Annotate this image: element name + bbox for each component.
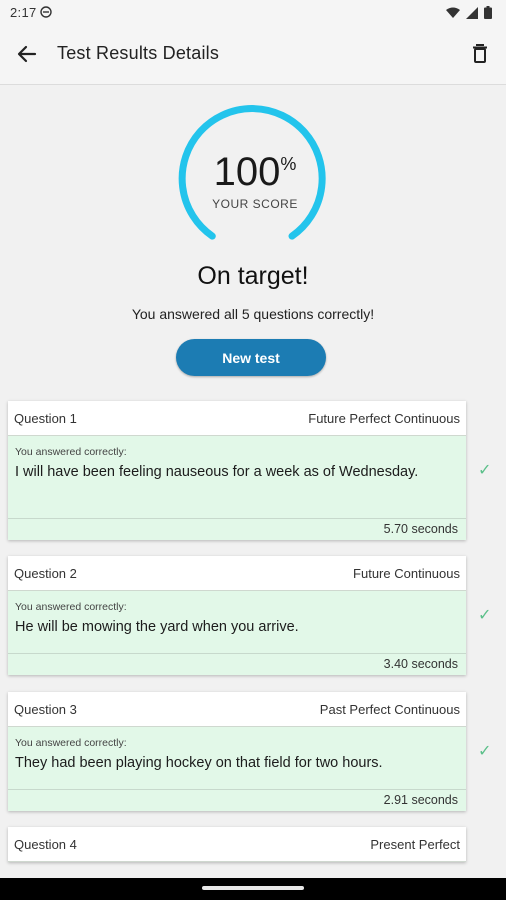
- status-bar: 2:17: [0, 0, 506, 26]
- question-label: Question 4: [14, 836, 77, 852]
- question-card[interactable]: Question 3 Past Perfect Continuous You a…: [8, 692, 466, 811]
- question-label: Question 3: [14, 701, 77, 717]
- new-test-button[interactable]: New test: [176, 339, 326, 376]
- status-icons: [446, 6, 492, 19]
- dnd-icon: [40, 6, 52, 21]
- signal-icon: [466, 6, 478, 19]
- question-label: Question 1: [14, 410, 77, 426]
- card-header: Question 3 Past Perfect Continuous: [8, 692, 466, 727]
- answer-text: I will have been feeling nauseous for a …: [15, 464, 419, 480]
- question-tense: Future Continuous: [353, 565, 460, 581]
- question-card[interactable]: Question 1 Future Perfect Continuous You…: [8, 401, 466, 540]
- score-caption: YOUR SCORE: [212, 197, 298, 211]
- question-card[interactable]: Question 4 Present Perfect: [8, 827, 466, 862]
- check-icon: ✓: [478, 743, 492, 760]
- answer-body: You answered correctly: He will be mowin…: [8, 591, 466, 653]
- question-tense: Past Perfect Continuous: [319, 701, 460, 717]
- answer-time: 2.91 seconds: [8, 789, 466, 811]
- check-icon: ✓: [478, 607, 492, 624]
- score-value: 100%: [175, 150, 335, 195]
- answer-body: You answered correctly: They had been pl…: [8, 727, 466, 789]
- question-tense: Present Perfect: [370, 836, 460, 852]
- answer-time: 5.70 seconds: [8, 518, 466, 540]
- trash-icon[interactable]: [468, 42, 492, 66]
- result-title: On target!: [197, 262, 309, 290]
- status-time: 2:17: [10, 5, 37, 20]
- answer-text: They had been playing hockey on that fie…: [15, 755, 383, 771]
- answer-caption: You answered correctly:: [15, 737, 127, 749]
- back-arrow-icon[interactable]: [14, 41, 40, 67]
- question-tense: Future Perfect Continuous: [308, 410, 460, 426]
- score-unit: %: [280, 154, 297, 174]
- card-header: Question 4 Present Perfect: [8, 827, 466, 862]
- answer-body: You answered correctly: I will have been…: [8, 436, 466, 518]
- page-title: Test Results Details: [57, 43, 220, 63]
- wifi-icon: [446, 7, 460, 18]
- question-card[interactable]: Question 2 Future Continuous You answere…: [8, 556, 466, 675]
- check-icon: ✓: [478, 462, 492, 479]
- answer-time: 3.40 seconds: [8, 653, 466, 675]
- card-header: Question 1 Future Perfect Continuous: [8, 401, 466, 436]
- battery-icon: [484, 6, 492, 19]
- answer-text: He will be mowing the yard when you arri…: [15, 619, 299, 635]
- question-label: Question 2: [14, 565, 77, 581]
- answer-caption: You answered correctly:: [15, 601, 127, 613]
- card-header: Question 2 Future Continuous: [8, 556, 466, 591]
- home-handle[interactable]: [202, 886, 304, 890]
- app-bar: Test Results Details: [0, 26, 506, 85]
- score-number: 100: [213, 150, 281, 194]
- answer-caption: You answered correctly:: [15, 446, 127, 458]
- result-subtitle: You answered all 5 questions correctly!: [131, 306, 375, 322]
